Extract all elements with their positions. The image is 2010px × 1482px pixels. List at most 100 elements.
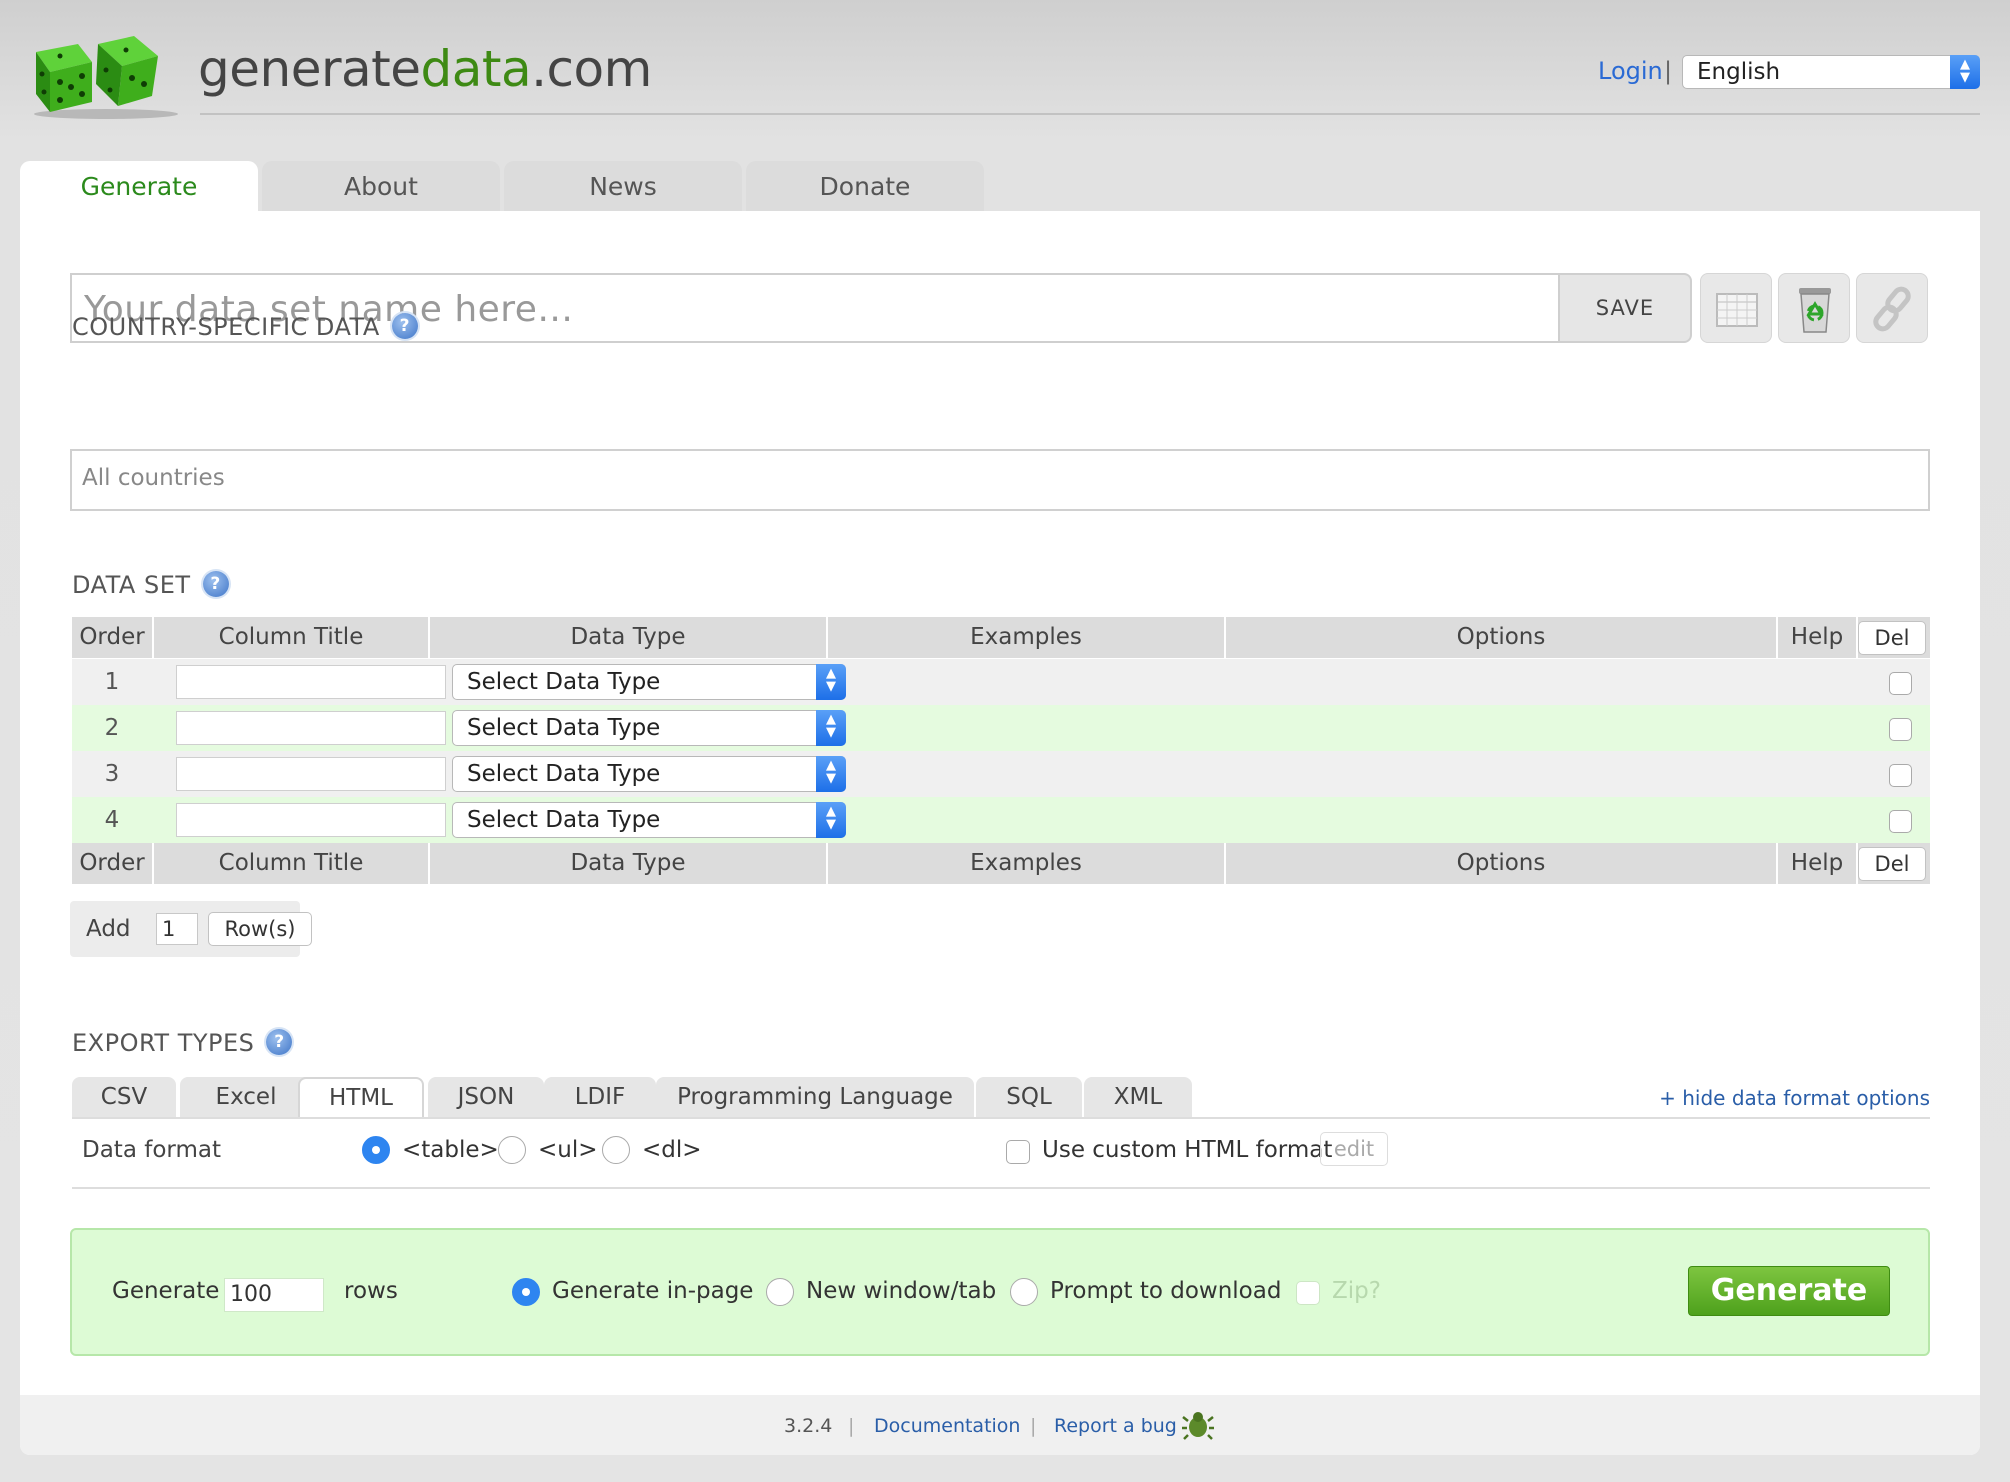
country-heading: COUNTRY-SPECIFIC DATA? <box>72 313 418 341</box>
col-help: Help <box>1778 617 1858 658</box>
format-table-radio[interactable] <box>362 1136 390 1164</box>
add-rows-button[interactable]: Row(s) <box>208 912 312 946</box>
export-tab-json[interactable]: JSON <box>428 1077 544 1117</box>
add-rows-box: Add 1 Row(s) <box>70 901 312 957</box>
table-row: 3 Select Data Type ▲ ▼ <box>72 751 1930 797</box>
generate-in-page-radio[interactable] <box>512 1278 540 1306</box>
data-set-heading: DATA SET? <box>72 571 229 599</box>
select-arrows-icon: ▲ ▼ <box>816 710 846 746</box>
row-order[interactable]: 1 <box>72 659 152 705</box>
export-tab-ldif[interactable]: LDIF <box>544 1077 656 1117</box>
generate-button[interactable]: Generate <box>1688 1266 1890 1316</box>
data-type-select[interactable]: Select Data Type ▲ ▼ <box>452 756 846 792</box>
select-arrows-icon: ▲ ▼ <box>816 802 846 838</box>
main-panel: Your data set name here... SAVE COUNTRY-… <box>20 211 1980 1455</box>
site-header: generatedata.com Login | English ▲ ▼ <box>0 0 2010 160</box>
bug-icon[interactable] <box>1182 1409 1214 1446</box>
zip-label: Zip? <box>1332 1278 1381 1304</box>
num-rows-input[interactable]: 100 <box>224 1278 324 1312</box>
edit-custom-format-button[interactable]: edit <box>1320 1132 1388 1166</box>
export-tab-programming-language[interactable]: Programming Language <box>656 1077 974 1117</box>
format-ul-radio[interactable] <box>498 1136 526 1164</box>
link-icon <box>1873 286 1911 332</box>
row-delete-checkbox[interactable] <box>1889 764 1912 787</box>
recycle-bin-icon <box>1799 288 1831 333</box>
col-examples: Examples <box>828 843 1226 884</box>
help-icon[interactable]: ? <box>266 1029 293 1055</box>
column-title-input[interactable] <box>176 803 446 837</box>
select-arrows-icon: ▲ ▼ <box>1950 55 1980 89</box>
export-tab-sql[interactable]: SQL <box>976 1077 1082 1117</box>
clear-button[interactable] <box>1778 273 1850 343</box>
report-bug-link[interactable]: Report a bug <box>1054 1415 1177 1437</box>
format-dl-radio[interactable] <box>602 1136 630 1164</box>
delete-rows-button[interactable]: Del <box>1858 847 1926 881</box>
col-data-type: Data Type <box>430 843 828 884</box>
format-dl-label: <dl> <box>642 1137 702 1163</box>
row-order[interactable]: 4 <box>72 797 152 843</box>
export-tabs-divider <box>72 1117 1930 1119</box>
dice-logo-icon[interactable] <box>26 30 186 120</box>
table-row: 1 Select Data Type ▲ ▼ <box>72 659 1930 705</box>
page-footer: 3.2.4 | Documentation | Report a bug <box>20 1395 1980 1455</box>
export-tab-xml[interactable]: XML <box>1084 1077 1192 1117</box>
column-title-input[interactable] <box>176 711 446 745</box>
grid-icon <box>1716 293 1758 327</box>
data-type-select[interactable]: Select Data Type ▲ ▼ <box>452 710 846 746</box>
column-title-input[interactable] <box>176 757 446 791</box>
col-data-type: Data Type <box>430 617 828 658</box>
custom-html-checkbox[interactable] <box>1006 1140 1030 1164</box>
col-order: Order <box>72 617 154 658</box>
delete-rows-button[interactable]: Del <box>1858 621 1926 655</box>
add-rows-count-input[interactable]: 1 <box>156 913 198 945</box>
documentation-link[interactable]: Documentation <box>874 1415 1020 1437</box>
header-separator: | <box>1664 57 1673 85</box>
login-link[interactable]: Login <box>1598 57 1663 85</box>
help-icon[interactable]: ? <box>391 313 418 339</box>
new-window-radio[interactable] <box>766 1278 794 1306</box>
share-link-button[interactable] <box>1856 273 1928 343</box>
tab-news[interactable]: News <box>504 161 742 212</box>
tab-about[interactable]: About <box>262 161 500 212</box>
row-delete-checkbox[interactable] <box>1889 810 1912 833</box>
hide-format-options-link[interactable]: + hide data format options <box>1659 1086 1930 1110</box>
zip-checkbox[interactable] <box>1296 1281 1320 1305</box>
generate-panel: Generate 100 rows Generate in-page New w… <box>70 1228 1930 1356</box>
country-select[interactable]: All countries <box>70 449 1930 511</box>
row-order[interactable]: 2 <box>72 705 152 751</box>
brand-green: data <box>420 40 532 98</box>
export-tab-html[interactable]: HTML <box>298 1077 424 1119</box>
data-type-value: Select Data Type <box>467 669 661 695</box>
col-examples: Examples <box>828 617 1226 658</box>
data-type-select[interactable]: Select Data Type ▲ ▼ <box>452 802 846 838</box>
new-window-label: New window/tab <box>806 1278 997 1304</box>
save-button[interactable]: SAVE <box>1558 273 1692 343</box>
format-table-label: <table> <box>402 1137 499 1163</box>
export-tab-csv[interactable]: CSV <box>72 1077 176 1117</box>
data-type-select[interactable]: Select Data Type ▲ ▼ <box>452 664 846 700</box>
site-brand[interactable]: generatedata.com <box>198 40 652 98</box>
generate-label: Generate <box>112 1278 220 1304</box>
help-icon[interactable]: ? <box>202 571 229 597</box>
table-header-top: Order Column Title Data Type Examples Op… <box>72 617 1930 658</box>
row-delete-checkbox[interactable] <box>1889 718 1912 741</box>
table-row: 4 Select Data Type ▲ ▼ <box>72 797 1930 843</box>
tab-donate[interactable]: Donate <box>746 161 984 212</box>
col-options: Options <box>1226 843 1778 884</box>
data-type-value: Select Data Type <box>467 807 661 833</box>
language-value: English <box>1697 59 1781 85</box>
rows-label: rows <box>344 1278 398 1304</box>
row-order[interactable]: 3 <box>72 751 152 797</box>
country-heading-text: COUNTRY-SPECIFIC DATA <box>72 313 380 341</box>
language-select[interactable]: English ▲ ▼ <box>1682 55 1980 89</box>
row-delete-checkbox[interactable] <box>1889 672 1912 695</box>
column-title-input[interactable] <box>176 665 446 699</box>
data-type-value: Select Data Type <box>467 715 661 741</box>
format-divider <box>72 1187 1930 1189</box>
col-order: Order <box>72 843 154 884</box>
load-data-sets-button[interactable] <box>1700 273 1772 343</box>
export-tab-excel[interactable]: Excel <box>180 1077 312 1117</box>
tab-generate[interactable]: Generate <box>20 161 258 213</box>
prompt-download-radio[interactable] <box>1010 1278 1038 1306</box>
custom-html-label: Use custom HTML format <box>1042 1137 1333 1163</box>
